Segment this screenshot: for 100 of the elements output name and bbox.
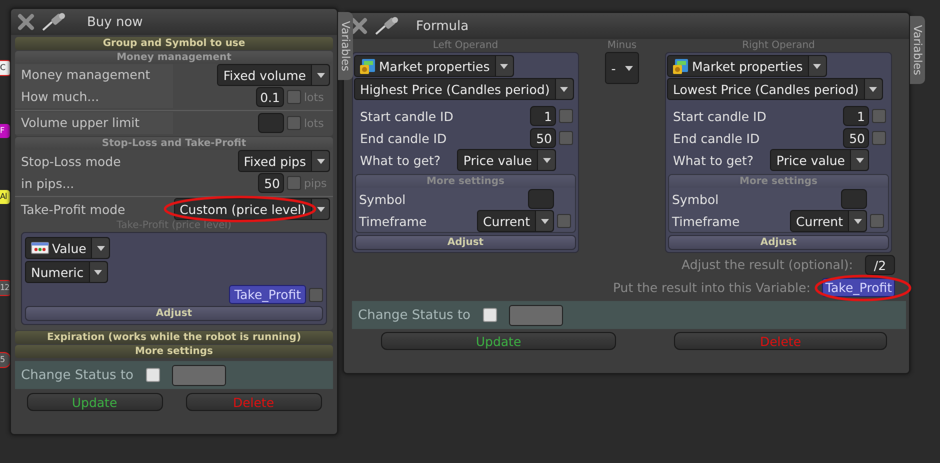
dropdown[interactable]: Current — [790, 210, 867, 232]
field-label: Put the result into this Variable: — [612, 280, 810, 295]
pin-icon — [374, 16, 400, 36]
field-label: End candle ID — [360, 130, 447, 146]
field-label: in pips... — [20, 176, 76, 190]
checkbox[interactable] — [559, 109, 573, 123]
caret-icon — [625, 66, 634, 70]
checkbox[interactable] — [287, 90, 301, 104]
caret-icon — [869, 86, 878, 92]
input-field[interactable]: 50 — [843, 128, 869, 148]
caret-icon — [94, 270, 102, 274]
caret-icon — [560, 86, 568, 92]
adjust-button[interactable]: Adjust — [355, 235, 576, 250]
field-label: Start candle ID — [673, 108, 766, 124]
column-caption: Right Operand — [741, 39, 816, 52]
checkbox[interactable] — [309, 288, 323, 302]
checkbox[interactable] — [872, 109, 886, 123]
coin-folder-icon — [673, 58, 689, 74]
tag: 5 — [0, 352, 11, 368]
caret-icon — [854, 218, 862, 224]
field-label: End candle ID — [673, 130, 760, 146]
field-label: What to get? — [673, 152, 754, 168]
input-field[interactable] — [258, 113, 284, 133]
input-field[interactable] — [528, 189, 554, 209]
dropdown[interactable]: Price value — [457, 149, 556, 171]
caret-icon — [542, 158, 550, 162]
dropdown[interactable]: Fixed pips — [238, 150, 330, 172]
variable-chip[interactable]: Take_Profit — [229, 285, 306, 304]
color-swatch[interactable] — [508, 304, 563, 326]
input-field[interactable]: 50 — [530, 128, 556, 148]
field-label: Volume upper limit — [15, 112, 173, 134]
checkbox[interactable] — [287, 176, 301, 190]
dropdown[interactable]: Numeric — [25, 261, 108, 283]
field-label: Money management — [15, 64, 173, 86]
status-label: Change Status to — [21, 368, 134, 382]
field-label: Take-Profit mode — [20, 202, 126, 216]
checkbox[interactable] — [146, 368, 160, 382]
field-label: Adjust the result (optional): — [682, 257, 853, 272]
field-label: Timeframe — [359, 214, 427, 228]
dropdown[interactable]: - — [605, 52, 639, 84]
dropdown[interactable]: Market properties — [667, 55, 827, 77]
input-field[interactable]: 1 — [843, 106, 869, 126]
field-label: Timeframe — [672, 214, 740, 228]
input-field[interactable]: 50 — [258, 173, 284, 193]
tag: 12 — [0, 280, 11, 296]
dropdown[interactable]: Value — [25, 237, 110, 259]
caret-icon — [813, 64, 822, 68]
caret-icon — [540, 218, 548, 224]
close-icon — [17, 13, 35, 31]
dropdown[interactable]: Price value — [770, 149, 869, 171]
caret-icon — [316, 72, 324, 78]
color-swatch[interactable] — [172, 364, 226, 386]
tag: F — [0, 124, 10, 138]
close-icon — [350, 17, 368, 35]
field-label: Symbol — [672, 192, 719, 206]
checkbox[interactable] — [870, 214, 884, 228]
caret-icon — [96, 246, 105, 250]
coin-folder-icon — [360, 58, 376, 74]
caret-icon — [500, 64, 508, 68]
column-caption: Left Operand — [432, 39, 500, 52]
caret-icon — [316, 206, 324, 212]
section-bar[interactable]: Group and Symbol to use — [15, 37, 333, 50]
dropdown[interactable]: Current — [477, 210, 554, 232]
adjust-button[interactable]: Adjust — [668, 235, 889, 250]
window-title: Buy now — [87, 14, 143, 30]
field-label: Stop-Loss mode — [20, 154, 122, 168]
input-field[interactable] — [841, 189, 867, 209]
checkbox[interactable] — [559, 131, 573, 145]
field-label: How much... — [15, 86, 173, 108]
dropdown[interactable]: Market properties — [354, 55, 514, 77]
pin-icon — [41, 12, 67, 32]
field-label: What to get? — [360, 152, 440, 168]
status-label: Change Status to — [358, 308, 471, 322]
card-icon — [31, 242, 49, 254]
caret-icon — [316, 158, 324, 164]
adjust-button[interactable]: Adjust — [25, 306, 323, 321]
section-bar[interactable]: More settings — [15, 345, 333, 358]
variable-chip[interactable]: Take_Profit — [822, 278, 895, 297]
tag: C — [0, 60, 11, 76]
side-tab[interactable]: Variables — [338, 12, 353, 80]
input-field[interactable]: 1 — [530, 106, 556, 126]
checkbox[interactable] — [557, 214, 571, 228]
checkbox[interactable] — [287, 116, 301, 130]
column-caption: Minus — [607, 39, 637, 52]
input-field[interactable]: /2 — [865, 254, 895, 274]
dropdown[interactable]: Fixed volume — [217, 64, 330, 86]
dropdown[interactable]: Highest Price (Candles period) — [354, 78, 574, 100]
field-label: Symbol — [359, 192, 406, 206]
update-button[interactable]: Update — [26, 393, 162, 411]
input-field[interactable]: 0.1 — [256, 87, 284, 107]
field-label: Start candle ID — [360, 108, 454, 124]
update-button[interactable]: Update — [381, 332, 616, 350]
side-tab[interactable]: Variables — [910, 16, 925, 84]
checkbox[interactable] — [872, 131, 886, 145]
checkbox[interactable] — [482, 308, 497, 322]
caret-icon — [856, 158, 864, 162]
tag: Al — [0, 190, 10, 204]
dropdown[interactable]: Lowest Price (Candles period) — [667, 78, 883, 100]
section-bar[interactable]: Expiration (works while the robot is running) — [15, 331, 333, 344]
window-title: Formula — [416, 18, 469, 34]
